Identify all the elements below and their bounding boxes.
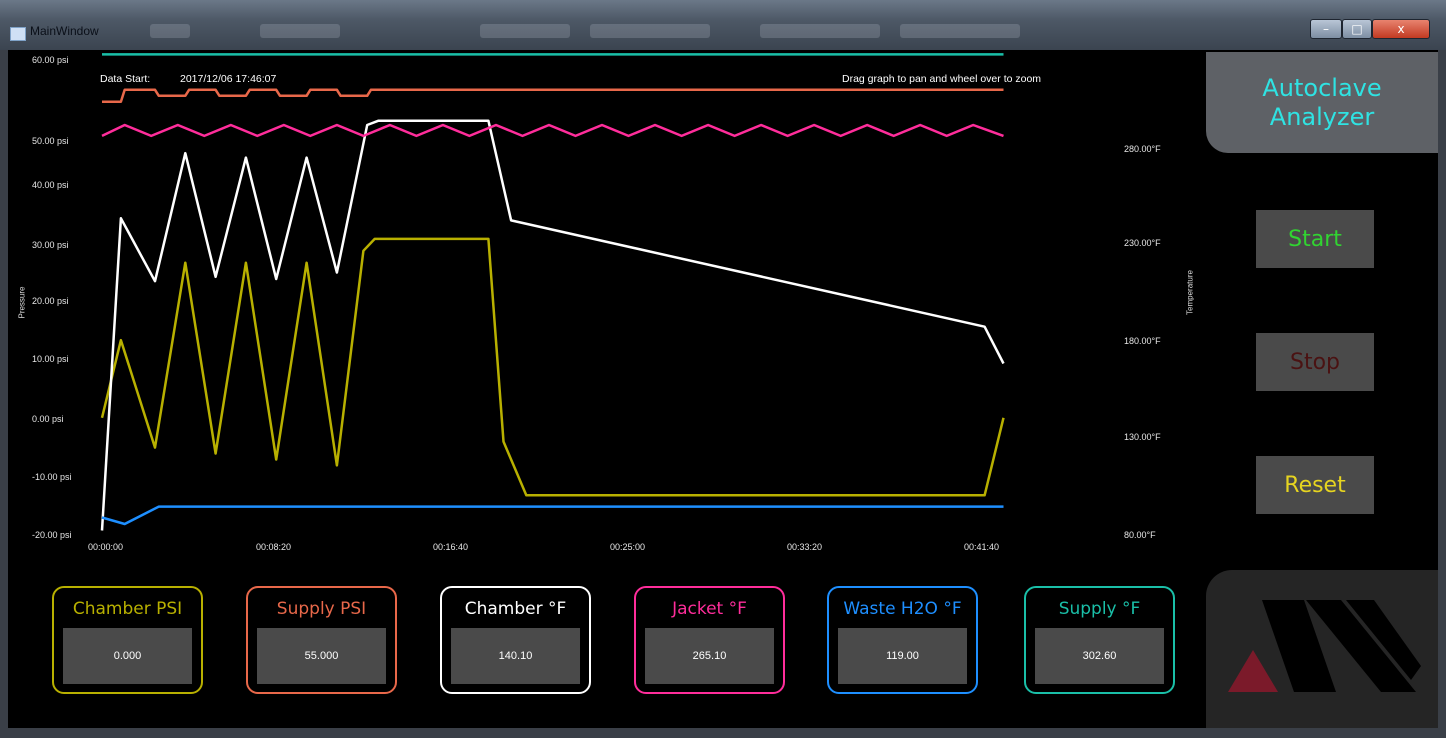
brand-title-line2: Analyzer [1269,102,1375,131]
data-start-label: Data Start: [100,73,151,85]
x-tick-label: 00:08:20 [256,542,292,552]
left-tick-label: -20.00 psi [32,530,72,540]
right-tick-label: 230.00°F [1124,238,1161,248]
logo-panel [1206,570,1438,730]
right-tick-label: 280.00°F [1124,144,1161,154]
left-tick-label: 60.00 psi [32,55,69,65]
left-tick-label: 20.00 psi [32,296,69,306]
readout-waste-h2o-temp: Waste H2O °F 119.00 [827,586,978,694]
taskbar-blur [150,24,190,38]
left-tick-label: 40.00 psi [32,180,69,190]
left-tick-label: -10.00 psi [32,472,72,482]
left-axis-title: Pressure [17,286,27,319]
x-tick-label: 00:25:00 [610,542,646,552]
right-tick-label: 180.00°F [1124,336,1161,346]
readout-value: 0.000 [63,628,192,684]
left-tick-label: 30.00 psi [32,240,69,250]
readout-label: Chamber °F [464,599,567,619]
taskbar-blur [260,24,340,38]
start-button[interactable]: Start [1256,210,1374,268]
series-line-chamber-psi [100,237,1005,497]
taskbar-blur [590,24,710,38]
readout-label: Supply PSI [276,599,367,619]
logo-triangle [1228,650,1278,692]
stop-button[interactable]: Stop [1256,333,1374,391]
x-tick-label: 00:33:20 [787,542,823,552]
readout-value: 55.000 [257,628,386,684]
reset-button[interactable]: Reset [1256,456,1374,514]
taskbar-blur [900,24,1020,38]
series-line-waste-h2o-f [101,505,1004,526]
series-line-jacket-f [101,123,1004,138]
readout-value: 119.00 [838,628,967,684]
side-panel: Autoclave Analyzer Start Stop Reset [1198,50,1438,730]
maximize-button[interactable]: □ [1342,19,1372,39]
readout-value: 140.10 [451,628,580,684]
series-line-supply-psi [102,88,1004,103]
brand-tab: Autoclave Analyzer [1206,52,1438,153]
chart-svg[interactable] [8,50,1198,570]
minimize-button[interactable]: – [1310,19,1342,39]
readout-chamber-temp: Chamber °F 140.10 [440,586,591,694]
readout-label: Supply °F [1058,599,1141,619]
chart-area[interactable]: Data Start: 2017/12/06 17:46:07 Drag gra… [8,50,1198,570]
readout-label: Jacket °F [672,599,747,619]
window-title: MainWindow [30,24,99,38]
window-bottom-edge [8,728,1438,738]
taskbar-blur [480,24,570,38]
left-tick-label: 10.00 psi [32,354,69,364]
readout-label: Waste H2O °F [843,599,962,619]
app-icon [10,27,26,41]
right-tick-label: 80.00°F [1124,530,1156,540]
right-axis-title: Temperature [1185,270,1195,315]
readout-supply-temp: Supply °F 302.60 [1024,586,1175,694]
series-line-chamber-f [100,119,1005,531]
taskbar-blur [760,24,880,38]
right-tick-label: 130.00°F [1124,432,1161,442]
readout-supply-psi: Supply PSI 55.000 [246,586,397,694]
x-tick-label: 00:16:40 [433,542,469,552]
data-start-value: 2017/12/06 17:46:07 [180,73,277,85]
readout-value: 302.60 [1035,628,1164,684]
x-tick-label: 00:00:00 [88,542,124,552]
brand-title-line1: Autoclave [1262,73,1382,102]
left-tick-label: 50.00 psi [32,136,69,146]
title-bar: MainWindow – □ x [0,0,1446,50]
close-button[interactable]: x [1372,19,1430,39]
left-tick-label: 0.00 psi [32,414,64,424]
readout-value: 265.10 [645,628,774,684]
readout-chamber-psi: Chamber PSI 0.000 [52,586,203,694]
x-tick-label: 00:41:40 [964,542,1000,552]
chart-hint: Drag graph to pan and wheel over to zoom [842,73,1042,85]
company-logo-icon [1228,600,1421,692]
main-content: Data Start: 2017/12/06 17:46:07 Drag gra… [8,50,1438,730]
readout-jacket-temp: Jacket °F 265.10 [634,586,785,694]
readout-label: Chamber PSI [72,599,183,619]
